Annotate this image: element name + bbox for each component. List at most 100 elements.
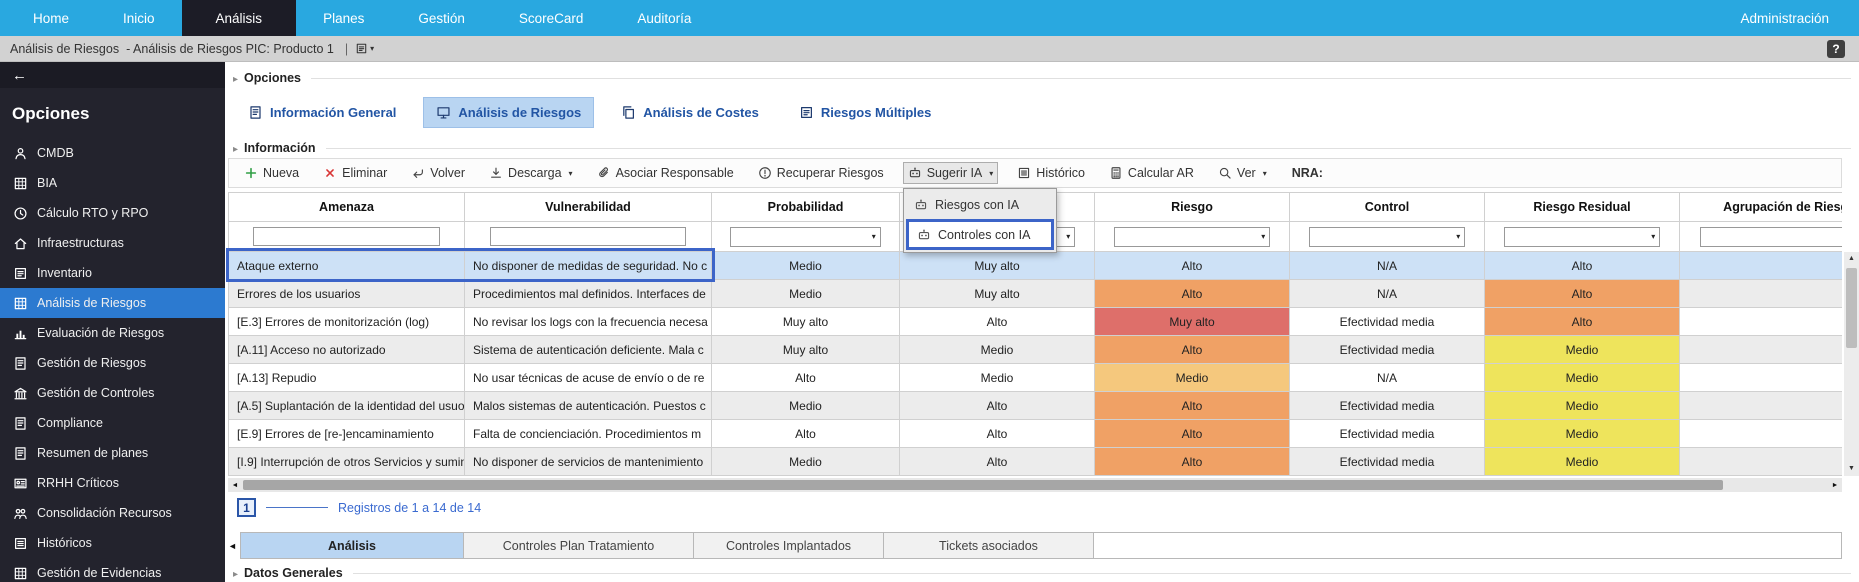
vertical-scroll-thumb[interactable] (1846, 268, 1857, 348)
caret-down-icon: ▾ (1263, 169, 1267, 178)
column-header-riesgo[interactable]: Riesgo (1095, 192, 1290, 222)
sidebar-item-infraestructuras[interactable]: Infraestructuras (0, 228, 225, 258)
page-1-button[interactable]: 1 (237, 498, 256, 517)
bottom-tab-analisis[interactable]: Análisis (241, 533, 464, 558)
cell-riesgo-residual: Alto (1485, 308, 1680, 336)
filter-select-riesgo[interactable]: ▾ (1114, 227, 1271, 247)
cell-agrupacion-de-riesgo (1680, 448, 1842, 476)
recuperar-riesgos-button[interactable]: Recuperar Riesgos (753, 162, 889, 184)
tab-riesgos-multiples[interactable]: Riesgos Múltiples (786, 97, 945, 128)
bottom-tab-tickets-asociados[interactable]: Tickets asociados (884, 533, 1094, 558)
sidebar-back-button[interactable]: ← (0, 62, 225, 88)
column-header-probabilidad[interactable]: Probabilidad (712, 192, 900, 222)
descarga-button[interactable]: Descarga▾ (484, 162, 578, 184)
menu-item-riesgos-con-ia[interactable]: Riesgos con IA (906, 191, 1054, 219)
sidebar-item-rrhh-criticos[interactable]: RRHH Críticos (0, 468, 225, 498)
risk-row-4[interactable]: [A.11] Acceso no autorizadoSistema de au… (228, 336, 1842, 364)
tab-informacion-general[interactable]: Información General (235, 97, 409, 128)
collapse-arrow-icon[interactable] (233, 141, 238, 155)
risk-row-8[interactable]: [I.9] Interrupción de otros Servicios y … (228, 448, 1842, 476)
filter-select-agrupacion-de-riesgo[interactable]: ▾ (1700, 227, 1842, 247)
nav-item-administracion[interactable]: Administración (1710, 0, 1859, 36)
bottom-tab-controles-plan-tratamiento[interactable]: Controles Plan Tratamiento (464, 533, 694, 558)
cell-control: Efectividad media (1290, 448, 1485, 476)
cell-agrupacion-de-riesgo (1680, 280, 1842, 308)
filter-cell-amenaza (228, 222, 465, 252)
nueva-button[interactable]: Nueva (239, 162, 304, 184)
filter-select-control[interactable]: ▾ (1309, 227, 1466, 247)
grid-icon (13, 176, 28, 191)
sidebar-item-calculo-rto-y-rpo[interactable]: Cálculo RTO y RPO (0, 198, 225, 228)
nav-item-home[interactable]: Home (6, 0, 96, 36)
nav-item-scorecard[interactable]: ScoreCard (492, 0, 611, 36)
risk-row-3[interactable]: [E.3] Errores de monitorización (log)No … (228, 308, 1842, 336)
sidebar-item-gestion-de-controles[interactable]: Gestión de Controles (0, 378, 225, 408)
scroll-right-arrow-icon[interactable]: ► (1828, 482, 1842, 489)
tab-analisis-de-riesgos[interactable]: Análisis de Riesgos (423, 97, 594, 128)
risk-row-7[interactable]: [E.9] Errores de [re-]encaminamientoFalt… (228, 420, 1842, 448)
sugerir-ia-button[interactable]: Sugerir IA▾ (903, 162, 999, 184)
risk-row-1[interactable]: Ataque externoNo disponer de medidas de … (228, 252, 1842, 280)
sidebar-item-resumen-de-planes[interactable]: Resumen de planes (0, 438, 225, 468)
scroll-up-arrow-icon[interactable]: ▲ (1844, 252, 1859, 266)
filter-select-riesgo-residual[interactable]: ▾ (1504, 227, 1661, 247)
cell-riesgo: Alto (1095, 420, 1290, 448)
tab-analisis-de-costes[interactable]: Análisis de Costes (608, 97, 772, 128)
filter-input-vulnerabilidad[interactable] (490, 227, 686, 246)
sidebar-item-cmdb[interactable]: CMDB (0, 138, 225, 168)
monitor-icon (436, 105, 451, 120)
button-label: Descarga (508, 166, 562, 180)
sidebar-item-evaluacion-de-riesgos[interactable]: Evaluación de Riesgos (0, 318, 225, 348)
column-header-vulnerabilidad[interactable]: Vulnerabilidad (465, 192, 712, 222)
eliminar-button[interactable]: Eliminar (318, 162, 392, 184)
cell-amenaza: [A.13] Repudio (228, 364, 465, 392)
sidebar-item-analisis-de-riesgos[interactable]: Análisis de Riesgos (0, 288, 225, 318)
column-header-control[interactable]: Control (1290, 192, 1485, 222)
collapse-arrow-icon[interactable] (233, 71, 238, 85)
filter-input-amenaza[interactable] (253, 227, 439, 246)
nav-item-planes[interactable]: Planes (296, 0, 391, 36)
sidebar-item-inventario[interactable]: Inventario (0, 258, 225, 288)
risk-row-2[interactable]: Errores de los usuariosProcedimientos ma… (228, 280, 1842, 308)
nav-item-gestion[interactable]: Gestión (391, 0, 492, 36)
filter-cell-control: ▾ (1290, 222, 1485, 252)
menu-item-label: Riesgos con IA (935, 198, 1019, 212)
chevron-down-icon: ▾ (1456, 232, 1460, 241)
collapse-arrow-icon[interactable] (233, 566, 238, 580)
nav-item-auditoria[interactable]: Auditoría (610, 0, 718, 36)
list-caret-icon[interactable]: ▾ (355, 42, 374, 55)
filter-select-probabilidad[interactable]: ▾ (730, 227, 880, 247)
asociar-responsable-button[interactable]: Asociar Responsable (592, 162, 739, 184)
risk-row-5[interactable]: [A.13] RepudioNo usar técnicas de acuse … (228, 364, 1842, 392)
scroll-down-arrow-icon[interactable]: ▼ (1844, 462, 1859, 476)
bottom-tab-controles-implantados[interactable]: Controles Implantados (694, 533, 884, 558)
breadcrumb-section[interactable]: Análisis de Riesgos (10, 42, 119, 56)
sidebar-item-gestion-de-riesgos[interactable]: Gestión de Riesgos (0, 348, 225, 378)
nav-item-analisis[interactable]: Análisis (182, 0, 297, 36)
nav-item-inicio[interactable]: Inicio (96, 0, 182, 36)
historico-button[interactable]: Histórico (1012, 162, 1090, 184)
menu-item-controles-con-ia[interactable]: Controles con IA (906, 219, 1054, 250)
cell-riesgo: Alto (1095, 280, 1290, 308)
horizontal-scroll-thumb[interactable] (243, 480, 1723, 490)
main-content: Opciones Información GeneralAnálisis de … (225, 62, 1859, 582)
column-header-riesgo-residual[interactable]: Riesgo Residual (1485, 192, 1680, 222)
caret-down-icon: ▾ (370, 44, 374, 53)
volver-button[interactable]: Volver (406, 162, 470, 184)
sidebar-item-consolidacion-recursos[interactable]: Consolidación Recursos (0, 498, 225, 528)
cell-amenaza: Ataque externo (228, 252, 465, 280)
section-divider (311, 78, 1851, 79)
sidebar-item-bia[interactable]: BIA (0, 168, 225, 198)
sidebar-item-gestion-de-evidencias[interactable]: Gestión de Evidencias (0, 558, 225, 582)
help-icon[interactable]: ? (1827, 40, 1845, 58)
column-header-agrupacion-de-riesgo[interactable]: Agrupación de Riesgo (1680, 192, 1842, 222)
risk-row-6[interactable]: [A.5] Suplantación de la identidad del u… (228, 392, 1842, 420)
sidebar-item-historicos[interactable]: Históricos (0, 528, 225, 558)
tabs-scroll-left-arrow-icon[interactable]: ◄ (228, 541, 240, 551)
calcular-ar-button[interactable]: Calcular AR (1104, 162, 1199, 184)
ver-button[interactable]: Ver▾ (1213, 162, 1272, 184)
cell-impacto: Medio (900, 336, 1095, 364)
column-header-amenaza[interactable]: Amenaza (228, 192, 465, 222)
scroll-left-arrow-icon[interactable]: ◄ (228, 482, 242, 489)
sidebar-item-compliance[interactable]: Compliance (0, 408, 225, 438)
